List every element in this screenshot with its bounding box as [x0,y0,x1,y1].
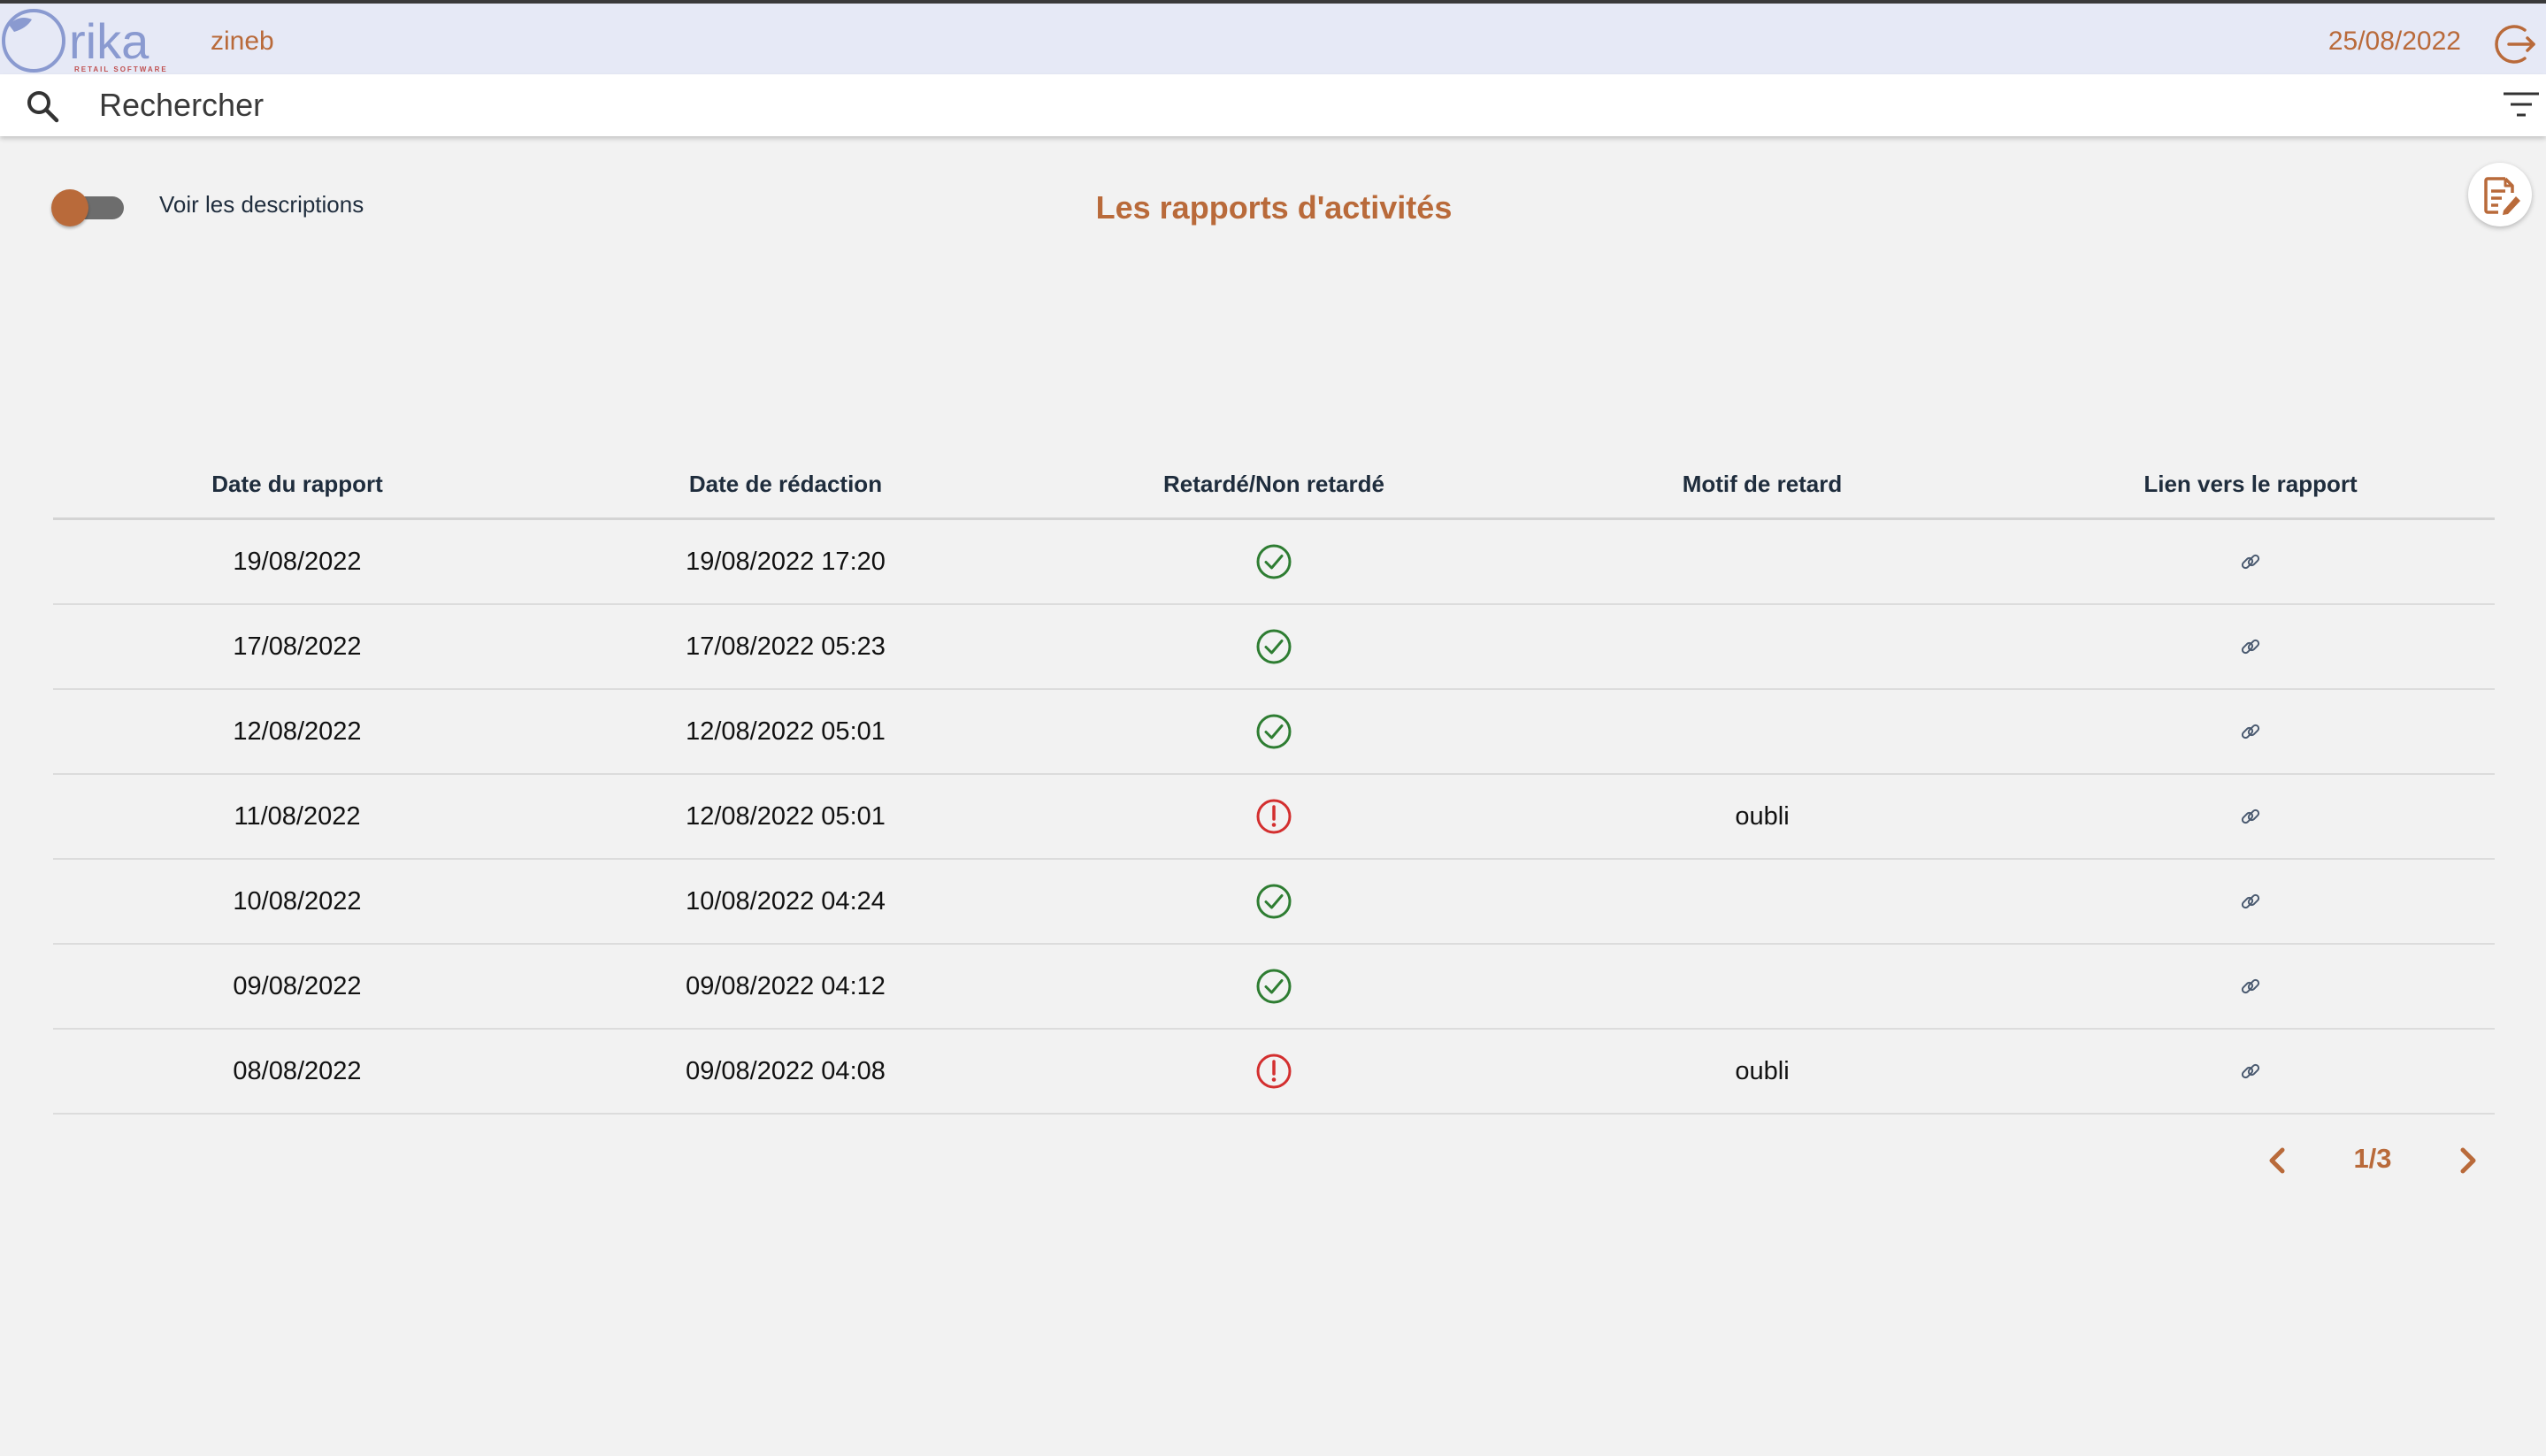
check-circle-icon [1030,883,1518,920]
search-bar [0,74,2546,136]
logout-icon[interactable] [2493,21,2539,67]
previous-page-button[interactable] [2261,1141,2293,1180]
alert-circle-icon [1030,798,1518,835]
search-icon[interactable] [25,88,60,124]
check-circle-icon [1030,713,1518,750]
header-date: 25/08/2022 [2327,27,2461,56]
check-circle-icon [1030,968,1518,1005]
descriptions-toggle[interactable] [51,188,126,226]
motif-cell: oubli [1735,1056,1790,1085]
next-page-button[interactable] [2452,1141,2484,1180]
date-rapport-cell: 09/08/2022 [233,971,362,1000]
date-rapport-cell: 12/08/2022 [233,717,362,746]
column-date-rapport: Date du rapport [211,471,383,497]
link-icon[interactable] [2006,1060,2495,1083]
logo-text: rika [69,13,150,69]
date-redaction-cell: 10/08/2022 04:24 [686,886,886,916]
date-rapport-cell: 08/08/2022 [233,1056,362,1085]
date-redaction-cell: 17/08/2022 05:23 [686,632,886,661]
link-icon[interactable] [2006,635,2495,658]
table-row: 12/08/2022 12/08/2022 05:01 [53,690,2495,775]
alert-circle-icon [1030,1053,1518,1090]
date-rapport-cell: 11/08/2022 [234,801,361,831]
date-rapport-cell: 19/08/2022 [233,547,362,576]
toggle-label: Voir les descriptions [159,191,364,218]
reports-table: Date du rapport Date de rédaction Retard… [53,451,2495,1115]
link-icon[interactable] [2006,720,2495,743]
table-row: 11/08/2022 12/08/2022 05:01 oubli [53,775,2495,860]
table-row: 09/08/2022 09/08/2022 04:12 [53,945,2495,1030]
search-input[interactable] [99,83,2399,127]
date-redaction-cell: 09/08/2022 04:12 [686,971,886,1000]
check-circle-icon [1030,543,1518,580]
username: zineb [211,27,274,56]
page-title: Les rapports d'activités [1095,189,1453,226]
column-lien: Lien vers le rapport [2143,471,2358,497]
link-icon[interactable] [2006,805,2495,828]
toggle-thumb [51,189,88,226]
link-icon[interactable] [2006,550,2495,573]
motif-cell: oubli [1735,801,1790,831]
date-rapport-cell: 17/08/2022 [233,632,362,661]
orika-logo: rika RETAIL SOFTWARE [2,9,168,73]
new-report-button[interactable] [2468,163,2532,226]
link-icon[interactable] [2006,975,2495,998]
date-redaction-cell: 09/08/2022 04:08 [686,1056,886,1085]
table-body: 19/08/2022 19/08/2022 17:20 17/08/2022 17/0… [53,520,2495,1115]
date-rapport-cell: 10/08/2022 [233,886,362,916]
logo-tagline: RETAIL SOFTWARE [74,65,168,73]
edit-document-icon [2484,177,2520,215]
page-indicator: 1/3 [2353,1143,2392,1174]
date-redaction-cell: 12/08/2022 05:01 [686,717,886,746]
column-motif: Motif de retard [1682,471,1843,497]
column-retard-status: Retardé/Non retardé [1163,471,1384,497]
table-row: 08/08/2022 09/08/2022 04:08 oubli [53,1030,2495,1115]
check-circle-icon [1030,628,1518,665]
column-date-redaction: Date de rédaction [688,471,883,497]
filter-icon[interactable] [2498,87,2541,122]
date-redaction-cell: 19/08/2022 17:20 [686,547,886,576]
table-row: 19/08/2022 19/08/2022 17:20 [53,520,2495,605]
table-header: Date du rapport Date de rédaction Retard… [53,451,2495,520]
link-icon[interactable] [2006,890,2495,913]
date-redaction-cell: 12/08/2022 05:01 [686,801,886,831]
table-row: 17/08/2022 17/08/2022 05:23 [53,605,2495,690]
app-header: rika RETAIL SOFTWARE zineb 25/08/2022 [0,4,2546,74]
table-row: 10/08/2022 10/08/2022 04:24 [53,860,2495,945]
